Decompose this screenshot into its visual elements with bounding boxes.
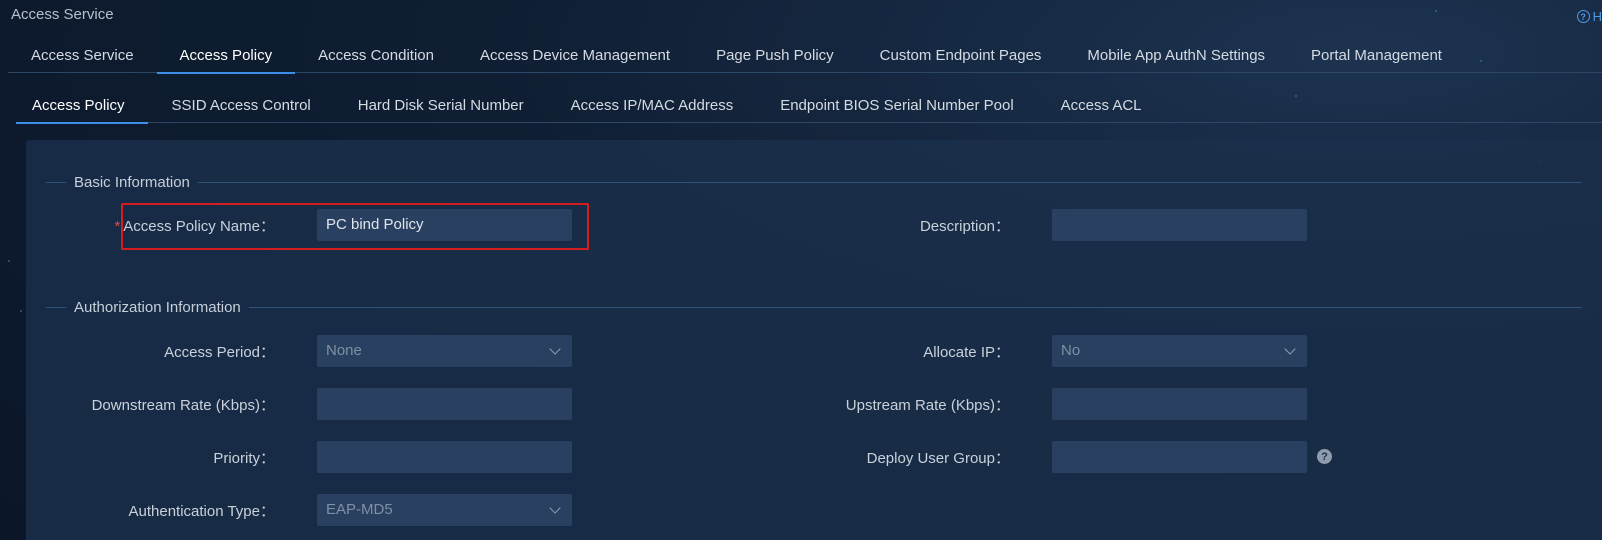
- help-label: H: [1592, 9, 1602, 24]
- upstream-rate-label: Upstream Rate (Kbps)：: [845, 397, 1010, 414]
- subtab-ssid-access-control[interactable]: SSID Access Control: [156, 88, 334, 123]
- description-label: Description：: [919, 218, 1010, 235]
- authentication-type-select[interactable]: EAP-MD5: [317, 494, 572, 526]
- downstream-rate-label: Downstream Rate (Kbps)：: [91, 397, 275, 414]
- chevron-down-icon: [549, 343, 561, 355]
- priority-input[interactable]: [317, 441, 572, 473]
- chevron-down-icon: [549, 502, 561, 514]
- sub-tabs: Access Policy SSID Access Control Hard D…: [16, 88, 1602, 124]
- form-panel: [26, 140, 1602, 540]
- access-period-select[interactable]: None: [317, 335, 572, 367]
- section-title: Authorization Information: [74, 298, 241, 316]
- tab-custom-endpoint-pages[interactable]: Custom Endpoint Pages: [857, 38, 1065, 73]
- help-link[interactable]: ? H: [1576, 9, 1602, 24]
- tab-access-device-management[interactable]: Access Device Management: [457, 38, 693, 73]
- tab-access-condition[interactable]: Access Condition: [295, 38, 457, 73]
- background-star: [1435, 10, 1437, 12]
- access-policy-name-input[interactable]: PC bind Policy: [317, 209, 572, 241]
- background-star: [8, 260, 10, 262]
- description-input[interactable]: [1052, 209, 1307, 241]
- subtab-access-ip-mac-address[interactable]: Access IP/MAC Address: [555, 88, 757, 123]
- upstream-rate-input[interactable]: [1052, 388, 1307, 420]
- tab-page-push-policy[interactable]: Page Push Policy: [693, 38, 857, 73]
- required-mark: *: [114, 218, 121, 235]
- help-circle-icon: ?: [1576, 10, 1590, 23]
- allocate-ip-label: Allocate IP：: [923, 344, 1010, 361]
- section-authorization-information: Authorization Information: [46, 297, 1582, 317]
- tab-mobile-app-authn-settings[interactable]: Mobile App AuthN Settings: [1064, 38, 1288, 73]
- main-tabs: Access Service Access Policy Access Cond…: [8, 38, 1602, 74]
- deploy-user-group-label: Deploy User Group：: [866, 450, 1010, 467]
- subtab-hard-disk-serial-number[interactable]: Hard Disk Serial Number: [342, 88, 547, 123]
- section-title: Basic Information: [74, 173, 190, 191]
- app-title: Access Service: [11, 6, 114, 23]
- chevron-down-icon: [1284, 343, 1296, 355]
- subtab-endpoint-bios-serial-number-pool[interactable]: Endpoint BIOS Serial Number Pool: [764, 88, 1036, 123]
- access-policy-name-label: * Access Policy Name：: [114, 218, 275, 235]
- tab-access-policy[interactable]: Access Policy: [156, 38, 296, 74]
- deploy-user-group-input[interactable]: [1052, 441, 1307, 473]
- access-period-label: Access Period：: [164, 344, 275, 361]
- downstream-rate-input[interactable]: [317, 388, 572, 420]
- priority-label: Priority：: [213, 450, 275, 467]
- background-star: [20, 310, 22, 312]
- allocate-ip-select[interactable]: No: [1052, 335, 1307, 367]
- section-basic-information: Basic Information: [46, 172, 1582, 192]
- tab-access-service[interactable]: Access Service: [8, 38, 157, 73]
- tab-portal-management[interactable]: Portal Management: [1288, 38, 1465, 73]
- question-icon[interactable]: ?: [1317, 449, 1332, 464]
- subtab-access-acl[interactable]: Access ACL: [1045, 88, 1165, 123]
- authentication-type-label: Authentication Type：: [128, 503, 276, 520]
- subtab-access-policy[interactable]: Access Policy: [16, 88, 148, 124]
